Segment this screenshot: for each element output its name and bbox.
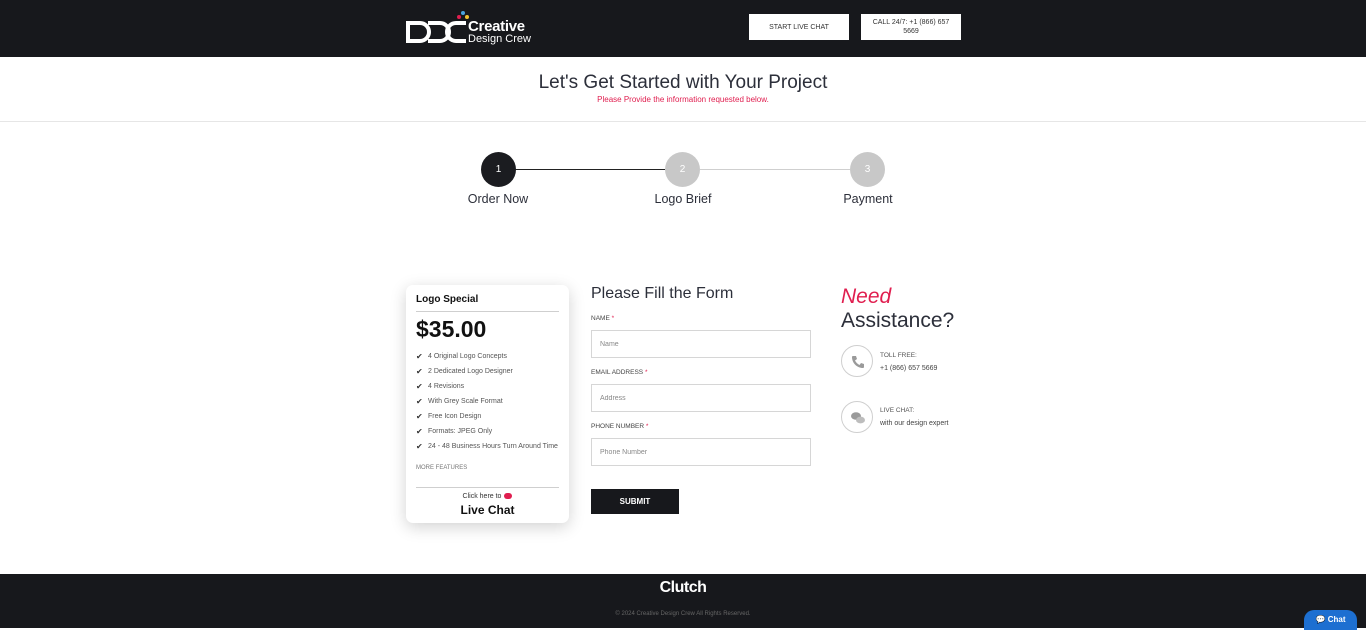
page-title: Let's Get Started with Your Project [538, 72, 828, 93]
package-price: $35.00 [416, 316, 487, 342]
chat-bubbles-icon[interactable] [841, 401, 873, 433]
page-hero: Let's Get Started with Your Project Plea… [0, 57, 1366, 122]
click-here-text[interactable]: Click here to [406, 493, 569, 500]
phone-icon[interactable] [841, 345, 873, 377]
check-icon: ✔ [416, 412, 423, 421]
more-features-link[interactable]: MORE FEATURES [416, 465, 467, 471]
email-input[interactable] [591, 384, 811, 412]
feature-list: ✔ 4 Original Logo Concepts ✔ 2 Dedicated L… [416, 352, 561, 457]
step-1-circle: 1 [481, 152, 516, 187]
email-label: EMAIL ADDRESS * [591, 369, 648, 376]
site-footer: Clutch © 2024 Creative Design Crew All R… [0, 574, 1366, 628]
check-icon: ✔ [416, 367, 423, 376]
page-subtitle: Please Provide the information requested… [597, 95, 769, 104]
logo-text-secondary: Design Crew [468, 33, 531, 45]
copyright-text: © 2024 Creative Design Crew All Rights R… [615, 611, 751, 617]
check-icon: ✔ [416, 382, 423, 391]
phone-label: PHONE NUMBER * [591, 423, 649, 430]
feature-item: ✔ Free Icon Design [416, 412, 482, 421]
chat-widget-button[interactable]: 💬 Chat [1304, 610, 1357, 630]
divider [416, 311, 559, 312]
assistance-panel: Need Assistance? TOLL FREE: +1 (866) 657… [841, 285, 1001, 445]
step-connector-completed [515, 169, 665, 170]
ddc-logo-mark-icon [406, 21, 466, 43]
live-chat-description[interactable]: with our design expert [880, 420, 948, 427]
step-2-circle: 2 [665, 152, 700, 187]
order-form: Please Fill the Form NAME * EMAIL ADDRES… [591, 285, 813, 525]
chat-bubble-icon [504, 493, 513, 500]
assistance-heading: Assistance? [841, 309, 955, 332]
check-icon: ✔ [416, 427, 423, 436]
feature-item: ✔ Formats: JPEG Only [416, 427, 493, 436]
step-3-label: Payment [843, 192, 893, 206]
top-header: Creative Design Crew START LIVE CHAT CAL… [0, 0, 1366, 57]
step-3-circle: 3 [850, 152, 885, 187]
step-connector-pending [700, 169, 850, 170]
call-button[interactable]: CALL 24/7: +1 (866) 657 5669 [861, 14, 961, 40]
progress-steps: 1 2 3 Order Now Logo Brief Payment [0, 152, 1366, 212]
check-icon: ✔ [416, 352, 423, 361]
check-icon: ✔ [416, 397, 423, 406]
start-live-chat-button[interactable]: START LIVE CHAT [749, 14, 849, 40]
step-1-label: Order Now [467, 192, 529, 206]
feature-item: ✔ 4 Revisions [416, 382, 465, 391]
feature-item: ✔ 4 Original Logo Concepts [416, 352, 507, 361]
toll-free-label: TOLL FREE: [880, 352, 917, 359]
name-input[interactable] [591, 330, 811, 358]
chat-icon: 💬 [1315, 615, 1326, 624]
phone-input[interactable] [591, 438, 811, 466]
live-chat-label: LIVE CHAT: [880, 407, 915, 414]
toll-free-number[interactable]: +1 (866) 657 5669 [880, 365, 937, 372]
name-label: NAME * [591, 315, 615, 322]
package-card: Logo Special $35.00 ✔ 4 Original Logo Con… [406, 285, 569, 523]
feature-item: ✔ 2 Dedicated Logo Designer [416, 367, 513, 376]
divider [416, 487, 559, 488]
feature-item: ✔ With Grey Scale Format [416, 397, 503, 406]
package-title: Logo Special [416, 294, 479, 305]
form-title: Please Fill the Form [591, 285, 734, 302]
site-logo[interactable]: Creative Design Crew [406, 10, 536, 46]
need-heading: Need [841, 285, 892, 308]
submit-button[interactable]: SUBMIT [591, 489, 679, 514]
card-live-chat-link[interactable]: Live Chat [406, 503, 569, 517]
clutch-logo[interactable]: Clutch [0, 579, 1366, 597]
feature-item: ✔ 24 - 48 Business Hours Turn Around Time [416, 442, 558, 451]
check-icon: ✔ [416, 442, 423, 451]
step-2-label: Logo Brief [654, 192, 712, 206]
